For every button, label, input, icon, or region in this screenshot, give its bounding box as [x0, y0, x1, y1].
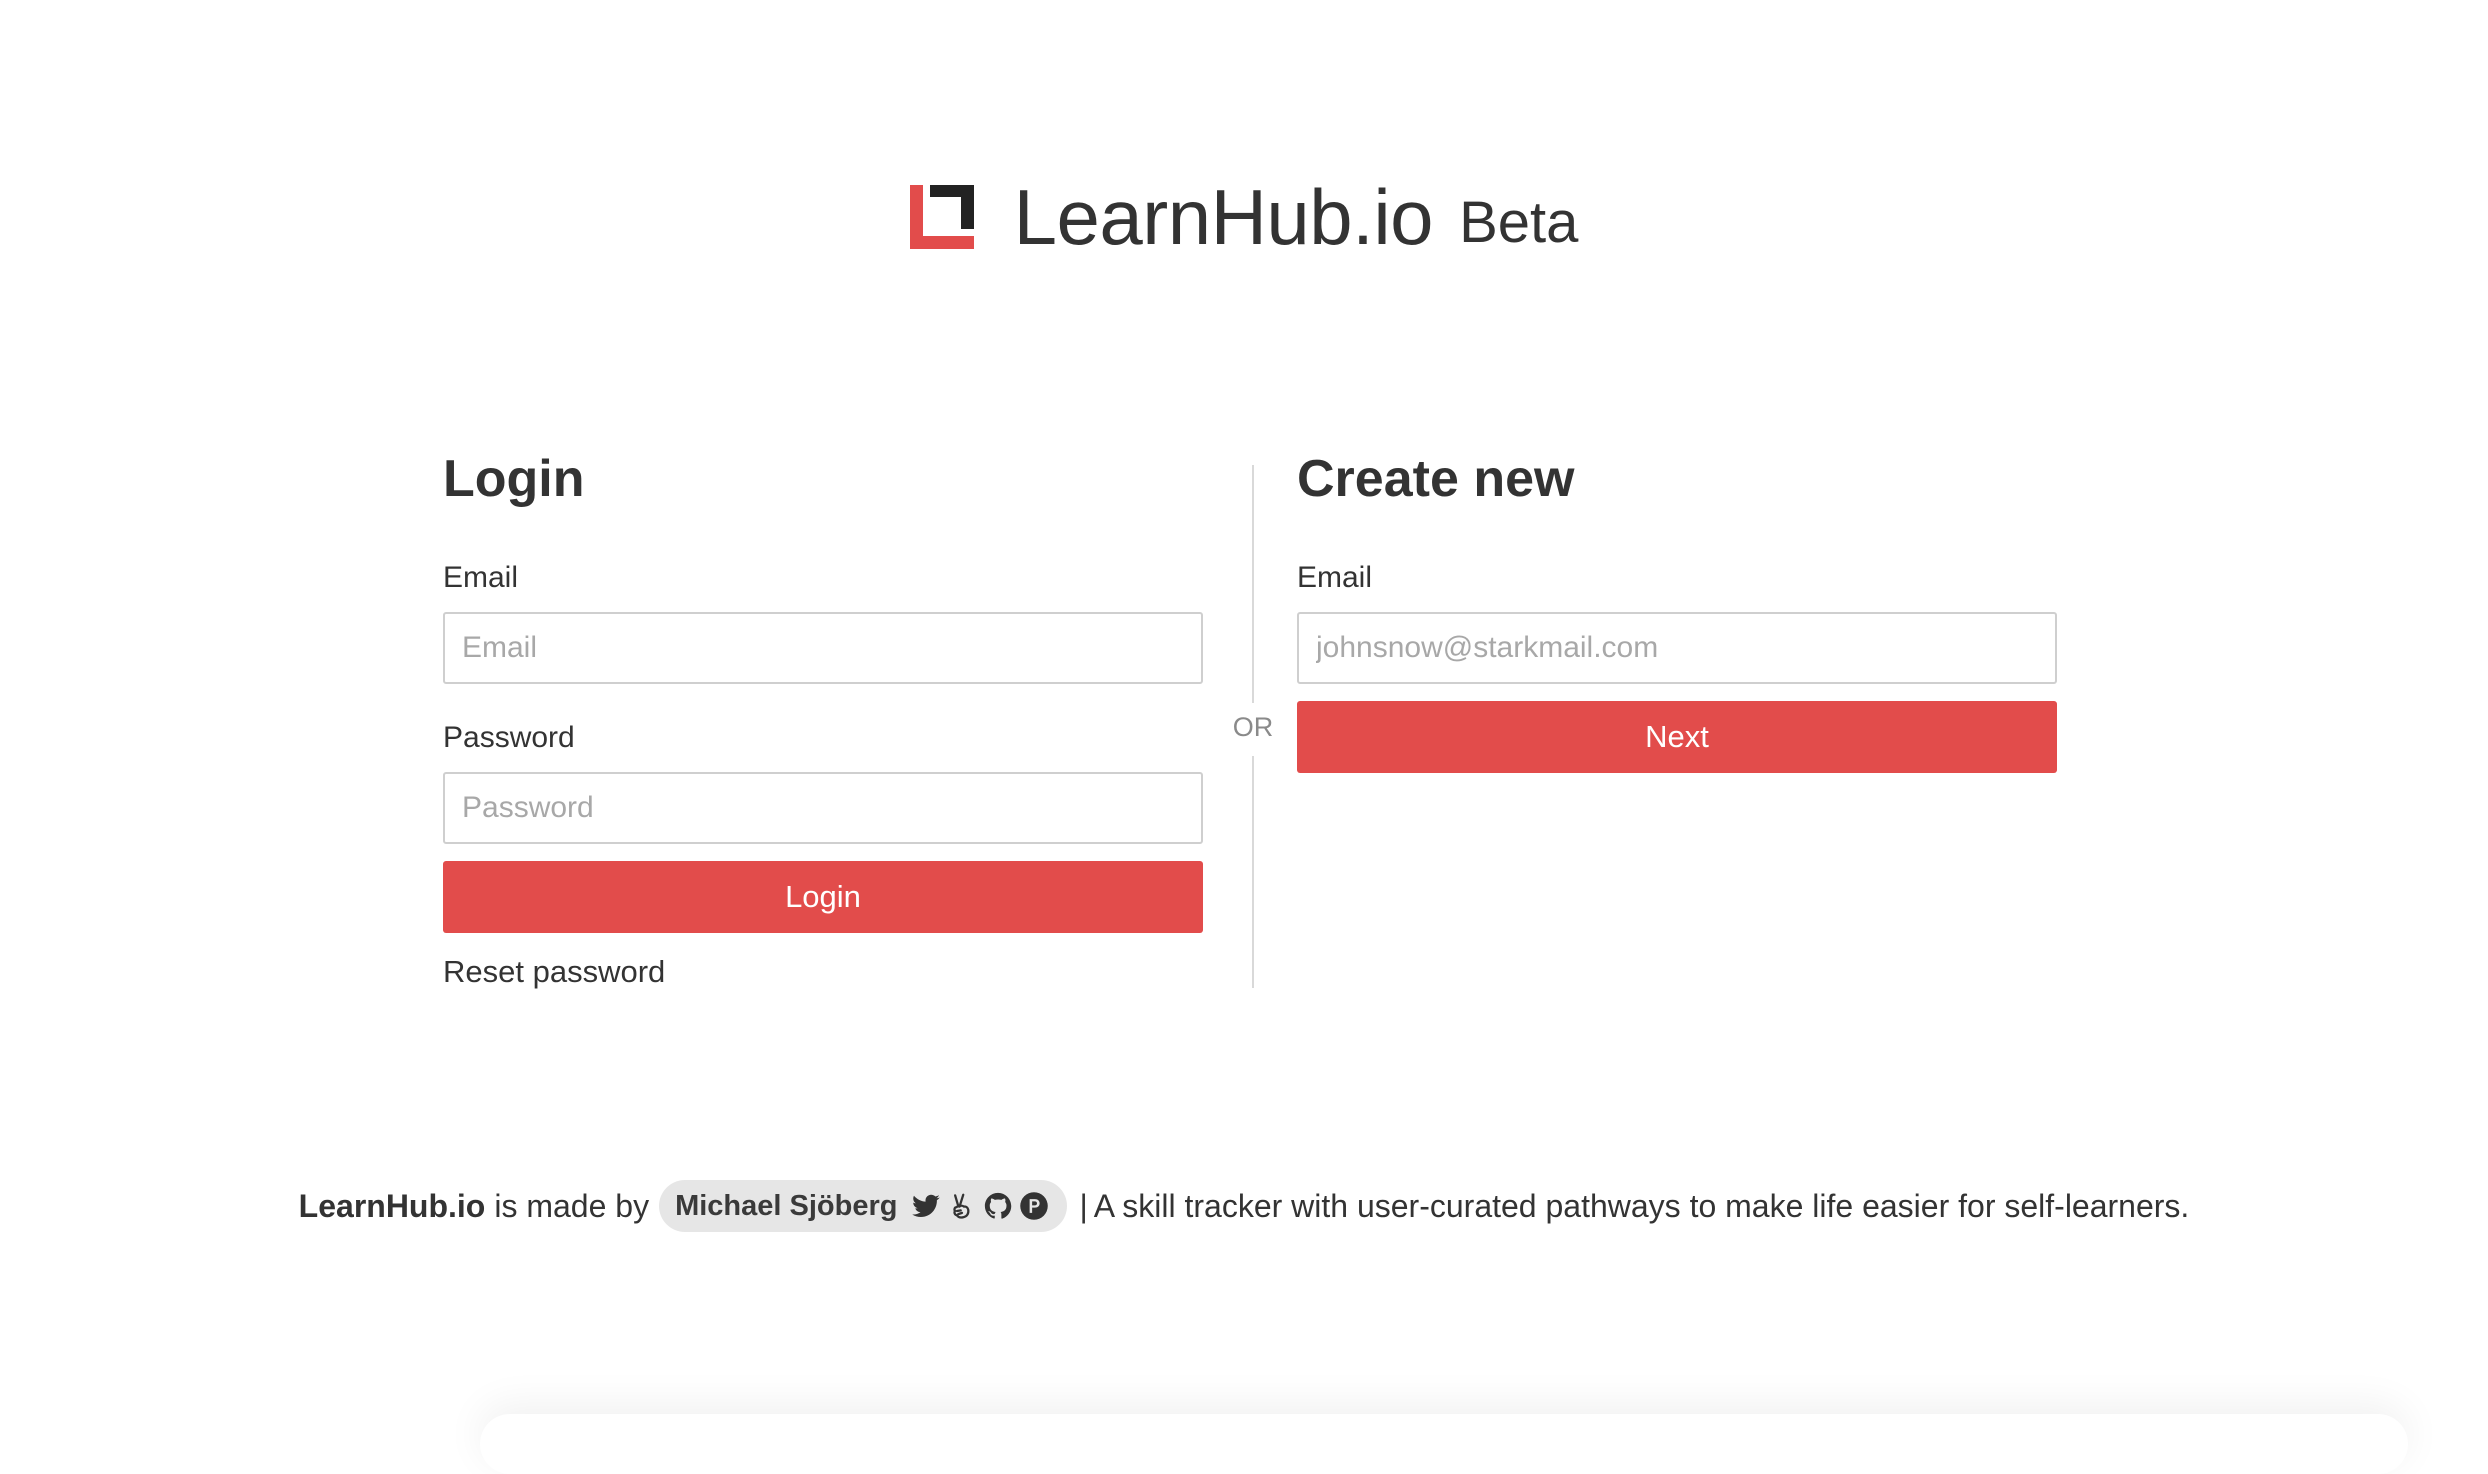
github-icon[interactable]: [983, 1191, 1013, 1221]
divider-line-top: [1252, 465, 1254, 703]
login-panel: Login Email Password Login Reset passwor…: [443, 448, 1203, 991]
login-password-label: Password: [443, 721, 575, 754]
create-account-panel: Create new Email Next: [1297, 448, 2057, 773]
footer-tagline: A skill tracker with user-curated pathwa…: [1093, 1187, 2190, 1224]
twitter-icon[interactable]: [911, 1191, 941, 1221]
patreon-icon[interactable]: [1019, 1191, 1049, 1221]
author-name: Michael Sjöberg: [675, 1189, 898, 1222]
footer-made-by: is made by: [494, 1187, 650, 1224]
footer: LearnHub.io is made by Michael Sjöberg |…: [0, 1180, 2488, 1232]
divider-or-label: OR: [1232, 712, 1274, 742]
beta-badge: Beta: [1459, 190, 1579, 255]
reset-password-link[interactable]: Reset password: [443, 953, 665, 991]
create-title: Create new: [1297, 450, 1575, 508]
header: LearnHub.io Beta: [0, 178, 2488, 256]
footer-separator: |: [1079, 1187, 1088, 1224]
login-email-label: Email: [443, 561, 519, 594]
login-password-input[interactable]: [443, 772, 1203, 844]
divider-line-bottom: [1252, 756, 1254, 988]
create-email-input[interactable]: [1297, 612, 2057, 684]
footer-brand: LearnHub.io: [298, 1187, 486, 1224]
next-button[interactable]: Next: [1297, 701, 2057, 773]
login-email-input[interactable]: [443, 612, 1203, 684]
victory-hand-icon[interactable]: [947, 1191, 977, 1221]
login-button[interactable]: Login: [443, 861, 1203, 933]
bottom-shadow: [480, 1414, 2408, 1474]
learnhub-logo-icon: [909, 185, 974, 249]
brand-name: LearnHub.io: [1013, 173, 1434, 261]
create-email-label: Email: [1297, 561, 1373, 594]
author-chip[interactable]: Michael Sjöberg: [659, 1180, 1068, 1232]
login-title: Login: [443, 450, 585, 508]
brand[interactable]: LearnHub.io Beta: [909, 173, 1579, 261]
